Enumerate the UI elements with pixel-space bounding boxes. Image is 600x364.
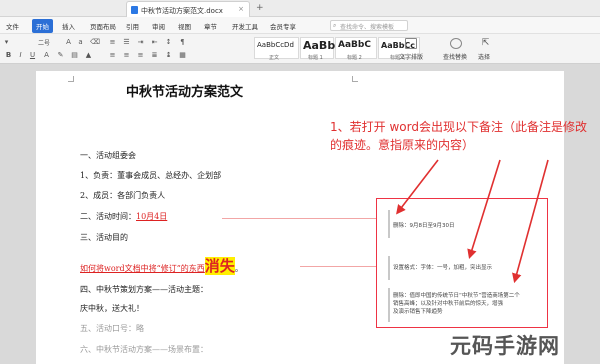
doc-line-theme: 四、中秋节策划方案——活动主题： xyxy=(80,285,208,294)
text-tools-label[interactable]: 文字排版 xyxy=(399,52,423,61)
comment-bar-2 xyxy=(388,256,390,280)
document-tab[interactable]: 中秋节活动方案范文.docx × xyxy=(126,1,250,17)
text-tools-icon[interactable] xyxy=(405,38,417,49)
align-left-icon[interactable]: ≡ xyxy=(108,51,117,59)
style-heading-2-label: 标题 2 xyxy=(347,55,362,61)
find-replace-icon[interactable] xyxy=(450,38,462,49)
close-tab-icon[interactable]: × xyxy=(238,5,244,13)
menu-bar: 文件 开始 插入 页面布局 引用 审阅 视图 章节 开发工具 会员专享 ⌕ 查找… xyxy=(0,17,600,34)
search-placeholder: 查找命令、搜索模板 xyxy=(340,24,395,31)
document-tab-label: 中秋节活动方案范文.docx xyxy=(141,7,223,15)
doc-line-tracked-question: 如何将word文档中将“修订”的东西消失。 xyxy=(80,255,243,276)
doc-line-scene: 六、中秋节活动方案——场景布置： xyxy=(80,345,208,354)
revision-comment-format[interactable]: 设置格式：字体：一号，加粗，突出显示 xyxy=(393,264,492,272)
char-shading-icon[interactable]: ▤ xyxy=(70,51,79,59)
style-heading-2[interactable]: AaBbC 标题 2 xyxy=(335,37,377,61)
comment-connector-1 xyxy=(222,218,380,219)
underline-icon[interactable]: U xyxy=(28,51,37,59)
site-watermark: 元码手游网 xyxy=(450,334,560,358)
sort-icon[interactable]: ↕ xyxy=(164,38,173,46)
outdent-icon[interactable]: ⇤ xyxy=(150,38,159,46)
doc-line-committee: 一、活动组委会 xyxy=(80,151,136,160)
decrease-font-icon[interactable]: a xyxy=(76,38,85,46)
select-cursor-icon[interactable]: ⇱ xyxy=(481,39,490,48)
search-icon: ⌕ xyxy=(333,22,337,29)
justify-icon[interactable]: ≣ xyxy=(150,51,159,59)
menu-file[interactable]: 文件 xyxy=(6,21,19,31)
style-heading-1[interactable]: AaBb 标题 1 xyxy=(300,37,336,61)
menu-home[interactable]: 开始 xyxy=(32,19,53,33)
text-effect-icon[interactable]: ▲ xyxy=(84,51,93,59)
style-normal[interactable]: AaBbCcDd 正文 xyxy=(254,37,299,61)
command-search-input[interactable]: ⌕ 查找命令、搜索模板 xyxy=(330,20,408,31)
new-tab-icon[interactable]: + xyxy=(256,3,264,13)
line-spacing-icon[interactable]: ↨ xyxy=(164,51,173,59)
comment-connector-2 xyxy=(300,266,380,267)
find-replace-label[interactable]: 查找替换 xyxy=(443,52,467,61)
clear-format-icon[interactable]: ⌫ xyxy=(90,38,100,46)
revision-comment-delete-text[interactable]: 删除：值即中国的传统节日“中秋节”营造商场第二个 销售高峰；以及针对中秋节前后的… xyxy=(393,292,520,316)
menu-view[interactable]: 视图 xyxy=(178,21,191,31)
revision-comment-delete-date[interactable]: 删除：9月8日至9月30日 xyxy=(393,222,455,230)
indent-icon[interactable]: ⇥ xyxy=(136,38,145,46)
margin-marker-left xyxy=(68,76,74,82)
doc-line-members: 2、成员：各部门负责人 xyxy=(80,191,166,200)
doc-line-slogan: 五、活动口号：略 xyxy=(80,324,144,333)
document-title: 中秋节活动方案范文 xyxy=(126,85,244,100)
comment-3-line-2: 销售高峰；以及针对中秋节前后的惊天，增强 xyxy=(393,301,504,307)
ribbon-toolbar: ▾ 二号 A a ⌫ B I U A ✎ ▤ ▲ ≡ ☰ ⇥ ⇤ ↕ ¶ ≡ ≡… xyxy=(0,34,600,64)
menu-member[interactable]: 会员专享 xyxy=(270,21,296,31)
select-label[interactable]: 选择 xyxy=(478,52,490,61)
style-normal-label: 正文 xyxy=(269,55,280,61)
comment-bar-3 xyxy=(388,288,390,322)
menu-section[interactable]: 章节 xyxy=(204,21,217,31)
comment-3-line-3: 及演示销售下降趋势 xyxy=(393,309,443,315)
style-heading-1-label: 标题 1 xyxy=(308,55,323,61)
doc-line-responsible: 1、负责：董事会成员、总经办、企划部 xyxy=(80,171,222,180)
doc-line-slogan-main: 庆中秋，送大礼！ xyxy=(80,304,144,313)
align-right-icon[interactable]: ≡ xyxy=(136,51,145,59)
menu-developer[interactable]: 开发工具 xyxy=(232,21,258,31)
tracked-insert-date: 10月4日 xyxy=(136,212,168,221)
borders-icon[interactable]: ▦ xyxy=(178,51,187,59)
comment-3-line-1: 删除：值即中国的传统节日“中秋节”营造商场第二个 xyxy=(393,293,520,299)
menu-page-layout[interactable]: 页面布局 xyxy=(90,21,116,31)
font-color-icon[interactable]: A xyxy=(42,51,51,59)
highlighted-word: 消失 xyxy=(204,257,235,275)
annotation-note: 1、若打开 word会出现以下备注（此备注是修改的痕迹。意指原来的内容） xyxy=(330,120,587,152)
tracked-tail: 。 xyxy=(234,264,243,273)
show-marks-icon[interactable]: ¶ xyxy=(178,38,187,46)
menu-review[interactable]: 审阅 xyxy=(152,21,165,31)
font-name-dropdown[interactable]: ▾ xyxy=(2,38,11,46)
style-normal-sample: AaBbCcDd xyxy=(257,41,294,49)
comment-bar-1 xyxy=(388,210,390,238)
font-size-dropdown[interactable]: 二号 xyxy=(38,38,50,47)
highlight-icon[interactable]: ✎ xyxy=(56,51,65,59)
bullet-list-icon[interactable]: ≡ xyxy=(108,38,117,46)
style-heading-2-sample: AaBbC xyxy=(338,40,371,50)
menu-insert[interactable]: 插入 xyxy=(62,21,75,31)
increase-font-icon[interactable]: A xyxy=(64,38,73,46)
align-center-icon[interactable]: ≡ xyxy=(122,51,131,59)
margin-marker-right xyxy=(352,76,358,82)
doc-line-purpose: 三、活动目的 xyxy=(80,233,128,242)
tracked-insert-text: 如何将word文档中将“修订”的东西 xyxy=(80,264,205,273)
numbered-list-icon[interactable]: ☰ xyxy=(122,38,131,46)
style-heading-1-sample: AaBb xyxy=(303,39,336,52)
doc-line-time: 二、活动时间：10月4日 xyxy=(80,211,167,222)
title-bar: 中秋节活动方案范文.docx × + xyxy=(0,0,600,17)
doc-line-time-label: 二、活动时间： xyxy=(80,212,136,221)
word-doc-icon xyxy=(131,6,138,14)
italic-icon[interactable]: I xyxy=(16,51,25,59)
bold-icon[interactable]: B xyxy=(4,51,13,59)
menu-references[interactable]: 引用 xyxy=(126,21,139,31)
